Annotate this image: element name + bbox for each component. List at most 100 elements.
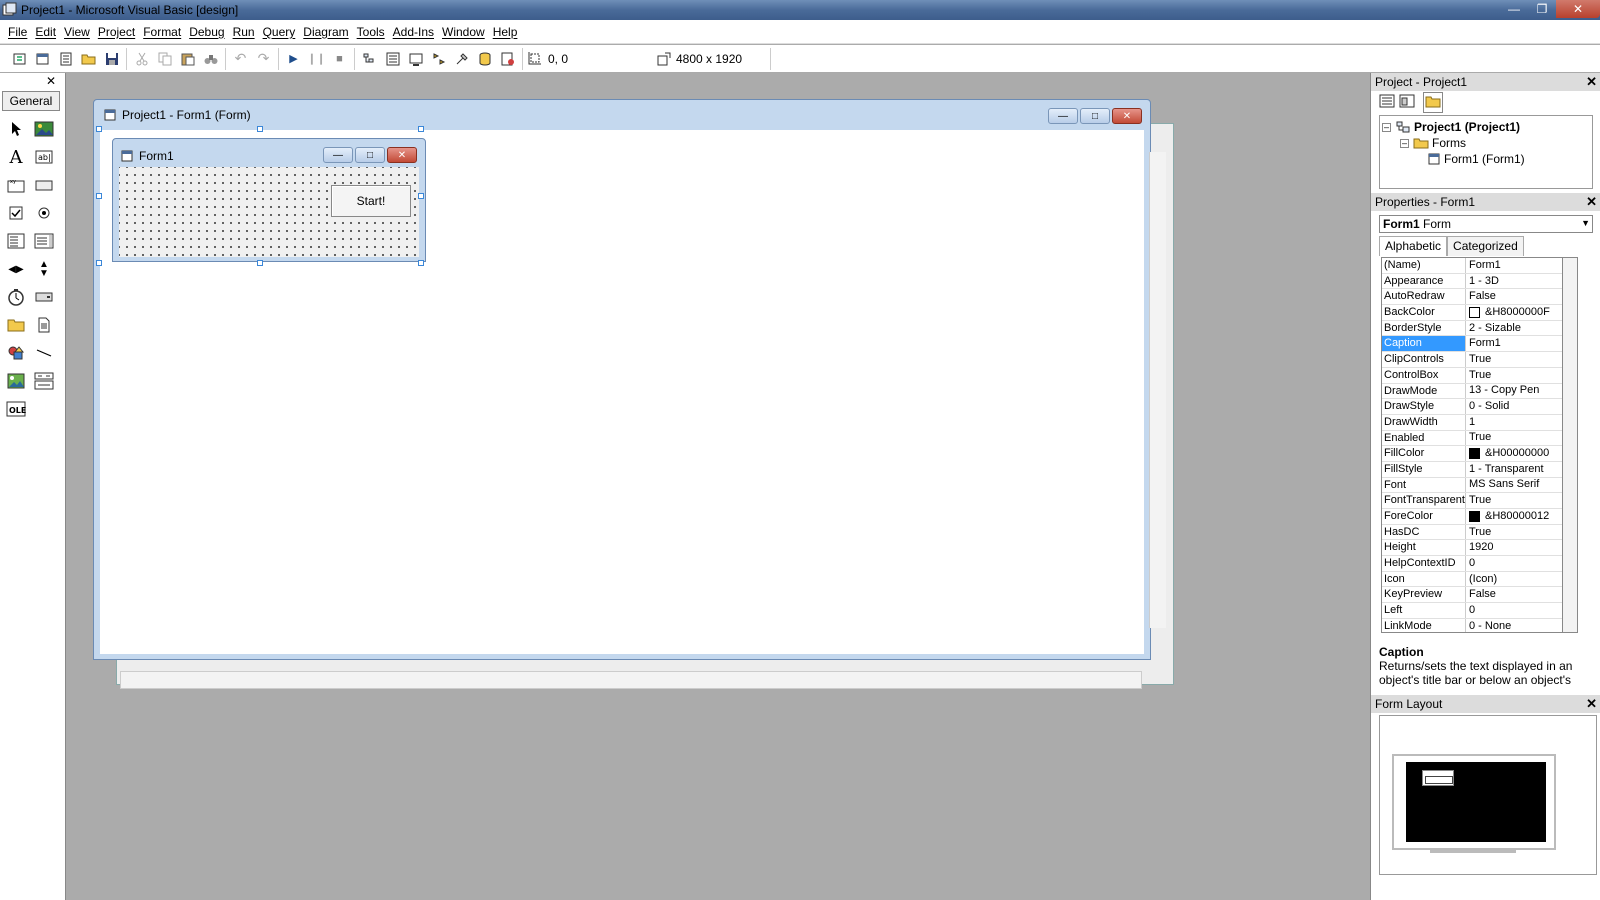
properties-close-button[interactable]: ✕ <box>1586 194 1597 210</box>
tool-vscrollbar[interactable]: ▲ ▼ <box>30 255 58 283</box>
property-value[interactable]: 13 - Copy Pen <box>1466 384 1562 399</box>
data-view-button[interactable] <box>473 48 496 70</box>
property-value[interactable]: Form1 <box>1466 258 1562 273</box>
form-layout-button[interactable] <box>404 48 427 70</box>
project-explorer-button[interactable] <box>358 48 381 70</box>
designer-maximize-button[interactable]: □ <box>1080 108 1110 124</box>
menu-query[interactable]: Query <box>259 25 300 39</box>
component-manager-button[interactable] <box>496 48 519 70</box>
property-row[interactable]: Height 1920 <box>1382 540 1562 557</box>
form-layout-close-button[interactable]: ✕ <box>1586 696 1597 712</box>
property-row[interactable]: FontTransparent True <box>1382 493 1562 509</box>
object-selector[interactable]: Form1 Form ▼ <box>1379 215 1593 233</box>
menu-diagram[interactable]: Diagram <box>299 25 352 39</box>
resize-handle-w[interactable] <box>96 193 102 199</box>
save-button[interactable] <box>100 48 123 70</box>
tool-timer[interactable] <box>2 283 30 311</box>
designer-horizontal-scrollbar[interactable] <box>120 671 1142 689</box>
tree-item-form1[interactable]: Form1 (Form1) <box>1428 152 1525 166</box>
collapse-icon[interactable]: – <box>1382 122 1391 132</box>
menu-format[interactable]: Format <box>139 25 185 39</box>
restore-button[interactable]: ❐ <box>1528 0 1556 18</box>
paste-button[interactable] <box>176 48 199 70</box>
property-row[interactable]: (Name) Form1 <box>1382 258 1562 274</box>
tool-line[interactable] <box>30 339 58 367</box>
tool-commandbutton[interactable] <box>30 171 58 199</box>
property-row[interactable]: Icon (Icon) <box>1382 571 1562 588</box>
property-row[interactable]: AutoRedraw False <box>1382 289 1562 306</box>
designer-vertical-scrollbar[interactable] <box>1149 152 1166 628</box>
designer-minimize-button[interactable]: — <box>1048 108 1078 124</box>
start-button[interactable]: ▶ <box>282 48 305 70</box>
property-value[interactable]: True <box>1466 493 1562 508</box>
property-row[interactable]: Enabled True <box>1382 430 1562 447</box>
redo-button[interactable]: ↷ <box>252 48 275 70</box>
menu-tools[interactable]: Tools <box>353 25 389 39</box>
property-row[interactable]: FillColor &H00000000 <box>1382 446 1562 462</box>
property-value[interactable]: 1 - 3D <box>1466 274 1562 289</box>
property-row[interactable]: DrawMode 13 - Copy Pen <box>1382 383 1562 400</box>
property-row[interactable]: ForeColor &H80000012 <box>1382 509 1562 525</box>
resize-handle-e[interactable] <box>418 193 424 199</box>
tool-listbox[interactable] <box>30 227 58 255</box>
tool-textbox[interactable]: ab| <box>30 143 58 171</box>
property-value[interactable]: 1 <box>1466 415 1562 430</box>
tool-frame[interactable]: xy <box>2 171 30 199</box>
tool-hscrollbar[interactable]: ◀▶ <box>2 255 30 283</box>
menu-edit[interactable]: Edit <box>31 25 60 39</box>
property-row[interactable]: BackColor &H8000000F <box>1382 305 1562 321</box>
tool-checkbox[interactable] <box>2 199 30 227</box>
tool-shape[interactable] <box>2 339 30 367</box>
close-button[interactable]: ✕ <box>1556 0 1600 18</box>
property-row[interactable]: HasDC True <box>1382 524 1562 541</box>
tool-dirlistbox[interactable] <box>2 311 30 339</box>
property-value[interactable]: True <box>1466 368 1562 383</box>
start-command-button[interactable]: Start! <box>331 185 411 217</box>
menu-run[interactable]: Run <box>229 25 259 39</box>
property-row[interactable]: ClipControls True <box>1382 352 1562 368</box>
property-grid-scrollbar[interactable] <box>1563 257 1578 633</box>
property-value[interactable]: False <box>1466 289 1562 304</box>
design-form-minimize-button[interactable]: — <box>323 147 353 163</box>
end-button[interactable]: ■ <box>328 48 351 70</box>
tab-alphabetic[interactable]: Alphabetic <box>1379 236 1448 256</box>
view-object-button[interactable] <box>1399 94 1415 111</box>
designer-canvas[interactable]: Form1 — □ ✕ Start! <box>96 126 1144 654</box>
view-code-button[interactable] <box>1379 94 1395 111</box>
add-project-button[interactable] <box>8 48 31 70</box>
property-row[interactable]: FillStyle 1 - Transparent <box>1382 461 1562 478</box>
menu-debug[interactable]: Debug <box>185 25 228 39</box>
menu-help[interactable]: Help <box>489 25 522 39</box>
designer-close-button[interactable]: ✕ <box>1112 108 1142 124</box>
design-form-grid[interactable]: Start! <box>119 167 419 257</box>
resize-handle-n[interactable] <box>257 126 263 132</box>
property-value[interactable]: 1 - Transparent <box>1466 462 1562 477</box>
property-value[interactable]: True <box>1466 352 1562 367</box>
vb-app-icon[interactable] <box>2 2 18 18</box>
property-value[interactable]: &H8000000F <box>1466 305 1562 320</box>
toggle-folders-button[interactable] <box>1423 91 1443 113</box>
property-row[interactable]: ControlBox True <box>1382 367 1562 384</box>
tree-item-project[interactable]: – Project1 (Project1) <box>1382 120 1520 134</box>
collapse-icon[interactable]: – <box>1400 138 1409 148</box>
design-form-maximize-button[interactable]: □ <box>355 147 385 163</box>
property-row[interactable]: Caption Form1 <box>1382 336 1562 353</box>
property-value[interactable]: &H00000000 <box>1466 446 1562 461</box>
property-value[interactable]: 0 <box>1466 556 1562 571</box>
property-value[interactable]: True <box>1466 431 1562 446</box>
chevron-down-icon[interactable]: ▼ <box>1581 218 1590 228</box>
design-form[interactable]: Form1 — □ ✕ Start! <box>112 138 426 262</box>
cut-button[interactable] <box>130 48 153 70</box>
tree-item-forms[interactable]: – Forms <box>1400 136 1466 150</box>
resize-handle-ne[interactable] <box>418 126 424 132</box>
property-row[interactable]: LinkMode 0 - None <box>1382 618 1562 632</box>
property-row[interactable]: DrawWidth 1 <box>1382 414 1562 431</box>
property-value[interactable]: Form1 <box>1466 336 1562 351</box>
property-value[interactable]: 0 - None <box>1466 619 1562 632</box>
object-browser-button[interactable] <box>427 48 450 70</box>
copy-button[interactable] <box>153 48 176 70</box>
toolbox-tab-general[interactable]: General <box>2 91 60 111</box>
undo-button[interactable]: ↶ <box>229 48 252 70</box>
break-button[interactable]: ❙❙ <box>305 48 328 70</box>
design-form-close-button[interactable]: ✕ <box>387 147 417 163</box>
